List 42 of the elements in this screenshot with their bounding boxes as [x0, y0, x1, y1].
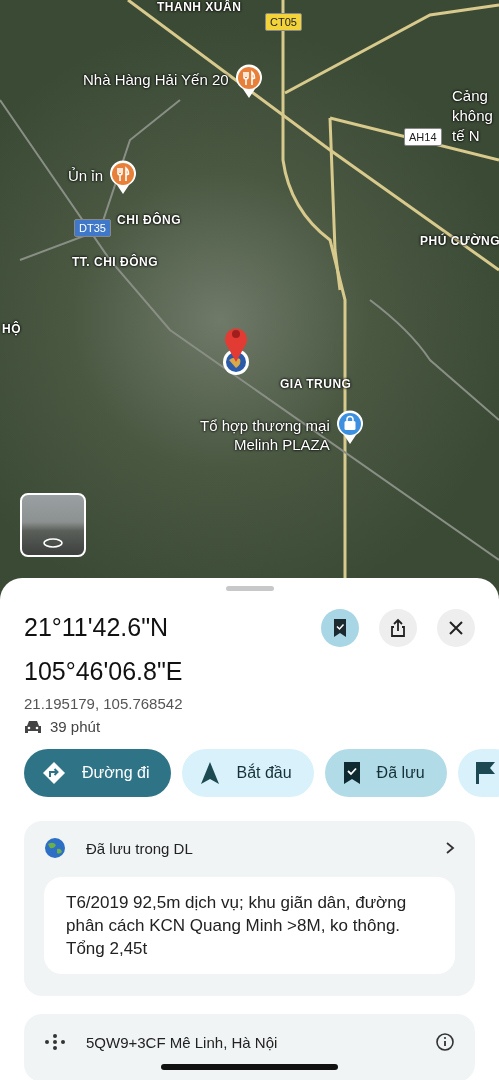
flag-button[interactable] [457, 749, 499, 797]
globe-icon [44, 837, 66, 859]
road-shield: DT35 [74, 219, 111, 237]
place-label: THANH XUÂN [157, 0, 242, 14]
list-name[interactable]: Đã lưu trong DL [86, 839, 425, 857]
shopping-bag-pin-icon[interactable] [335, 410, 364, 444]
chevron-right-icon[interactable] [445, 841, 455, 855]
rotate-360-icon [42, 537, 64, 549]
plus-code-icon [44, 1033, 66, 1051]
road-shield: CT05 [265, 13, 302, 31]
restaurant-pin-icon[interactable] [234, 64, 263, 98]
navigation-arrow-icon [200, 761, 221, 785]
close-icon [448, 620, 464, 636]
coordinates-title: 21°11'42.6"N 105°46'06.8"E [24, 612, 184, 687]
bookmark-check-icon [342, 761, 361, 785]
info-icon[interactable] [435, 1032, 455, 1052]
saved-button[interactable]: Đã lưu [324, 749, 447, 797]
directions-icon [42, 761, 66, 785]
place-label: CHI ĐÔNG [117, 213, 181, 227]
place-label: HỘ [2, 322, 21, 336]
drag-handle[interactable] [225, 586, 274, 591]
close-button[interactable] [437, 609, 475, 647]
poi-label[interactable]: Ủn ỉn [68, 160, 104, 185]
travel-time: 39 phút [50, 718, 101, 735]
restaurant-pin-icon[interactable] [109, 160, 138, 194]
start-button[interactable]: Bắt đầu [182, 749, 314, 797]
place-label: Cảng không tế N [452, 86, 493, 146]
poi-label[interactable]: Tổ hợp thương mại Melinh PLAZA [200, 410, 330, 454]
bookmark-check-icon [332, 618, 348, 638]
directions-button[interactable]: Đường đi [24, 749, 172, 797]
street-view-thumbnail[interactable] [20, 493, 86, 557]
share-button[interactable] [379, 609, 417, 647]
car-icon [24, 719, 42, 734]
place-label: TT. CHI ĐÔNG [72, 255, 158, 269]
note-text: T6/2019 92,5m dịch vụ; khu giãn dân, đường phân cách KCN Quang Minh >8M, ko thông. Tổng 2,45t [44, 877, 455, 974]
road-shield: AH14 [404, 128, 442, 146]
decimal-coordinates: 21.195179, 105.768542 [24, 695, 184, 712]
save-button[interactable] [321, 609, 359, 647]
poi-label[interactable]: Nhà Hàng Hải Yến 20 [83, 64, 229, 89]
flag-icon [473, 761, 496, 785]
plus-code-address: 5QW9+3CF Mê Linh, Hà Nội [86, 1033, 279, 1051]
share-icon [389, 618, 407, 638]
